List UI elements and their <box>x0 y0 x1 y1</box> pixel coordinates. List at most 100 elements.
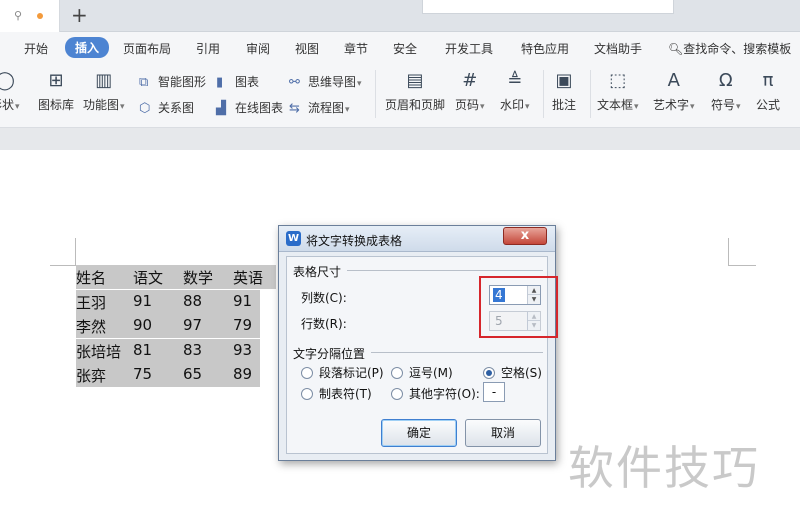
menu-references[interactable]: 引用 <box>196 40 220 57</box>
art-text-label: 艺术字 <box>653 98 690 112</box>
page-number-button[interactable]: # 页码▾ <box>455 70 485 113</box>
relation-chart-label: 关系图 <box>158 101 195 115</box>
icon-library-icon: ⊞ <box>48 70 64 91</box>
radio-circle <box>391 388 403 400</box>
text-cell: 83 <box>183 340 203 359</box>
radio-circle-selected <box>483 367 495 379</box>
other-char-input[interactable]: - <box>483 382 505 402</box>
symbol-button[interactable]: Ω 符号▾ <box>711 70 741 113</box>
formula-button[interactable]: π 公式 <box>756 70 780 113</box>
comment-icon: ▣ <box>555 70 573 91</box>
ribbon: ◯ 形状▾ ⊞ 图标库 ▥ 功能图▾ ⧉智能图形 ▮图表 ⬡关系图 ▟在线图表 … <box>0 62 800 128</box>
close-button[interactable]: x <box>503 227 547 245</box>
watermark-text: 软件技巧 <box>568 441 760 495</box>
radio-space[interactable]: 空格(S) <box>483 364 542 381</box>
dropdown-arrow-icon: ▾ <box>357 79 362 89</box>
online-chart-button[interactable]: ▟ 在线图表 <box>216 99 283 116</box>
menu-insert[interactable]: 插入 <box>65 37 110 58</box>
dropdown-arrow-icon: ▾ <box>690 102 695 112</box>
smart-graphic-button[interactable]: ⧉ 智能图形 <box>139 73 206 90</box>
menu-security[interactable]: 安全 <box>393 40 417 57</box>
text-cell: 75 <box>133 365 153 383</box>
text-cell: 91 <box>133 291 153 310</box>
document-tab[interactable]: ⚲ <box>0 0 60 32</box>
shapes-icon: ◯ <box>0 70 15 91</box>
omega-icon: Ω <box>718 70 733 91</box>
text-cell: 张弈 <box>76 367 107 385</box>
comment-button[interactable]: ▣ 批注 <box>552 70 576 113</box>
menu-page-layout[interactable]: 页面布局 <box>123 40 171 57</box>
smart-graphic-icon: ⧉ <box>139 75 149 90</box>
formula-label: 公式 <box>756 98 781 112</box>
dropdown-arrow-icon: ▾ <box>120 102 125 112</box>
search-icon: 🔍︎ <box>668 42 684 56</box>
menu-chapter[interactable]: 章节 <box>344 40 368 57</box>
icon-library-label: 图标库 <box>38 98 75 112</box>
radio-tab[interactable]: 制表符(T) <box>301 385 372 402</box>
relation-chart-button[interactable]: ⬡ 关系图 <box>139 99 194 116</box>
tab-bar: ⚲ + <box>0 0 800 32</box>
radio-tab-label: 制表符(T) <box>319 387 372 401</box>
dialog-titlebar[interactable]: W 将文字转换成表格 x <box>279 226 555 252</box>
margin-corner-left <box>50 238 76 266</box>
text-cell: 李然 <box>76 318 107 336</box>
comment-label: 批注 <box>552 98 577 112</box>
menu-developer[interactable]: 开发工具 <box>445 40 493 57</box>
mindmap-label: 思维导图 <box>308 75 357 89</box>
text-cell: 90 <box>133 316 153 334</box>
chart-button[interactable]: ▮ 图表 <box>216 73 259 90</box>
watermark-label: 水印 <box>500 98 525 112</box>
ok-button[interactable]: 确定 <box>381 419 457 447</box>
new-tab-button[interactable]: + <box>71 3 88 27</box>
table-size-group-label: 表格尺寸 <box>293 265 342 279</box>
shapes-button[interactable]: ◯ 形状▾ <box>0 70 20 113</box>
textbox-button[interactable]: ⬚ 文本框▾ <box>597 70 639 113</box>
title-box <box>422 0 674 14</box>
radio-other[interactable]: 其他字符(O): <box>391 385 480 402</box>
mindmap-button[interactable]: ⚯ 思维导图▾ <box>289 73 362 90</box>
watermark-button[interactable]: ≜ 水印▾ <box>500 70 530 113</box>
margin-corner-right <box>728 238 756 266</box>
menu-start[interactable]: 开始 <box>24 40 48 57</box>
text-cell: 97 <box>183 316 203 334</box>
group-divider <box>371 352 543 353</box>
convert-text-to-table-dialog: W 将文字转换成表格 x 表格尺寸 列数(C): 4 ▲ ▼ 行数(R): 5 … <box>278 225 556 461</box>
text-cell: 91 <box>233 291 253 310</box>
radio-paragraph[interactable]: 段落标记(P) <box>301 364 384 381</box>
ribbon-divider <box>590 70 591 118</box>
dialog-title: 将文字转换成表格 <box>306 234 403 248</box>
rows-label: 行数(R): <box>301 317 347 331</box>
menu-view[interactable]: 视图 <box>295 40 319 57</box>
menu-review[interactable]: 审阅 <box>246 40 270 57</box>
radio-comma[interactable]: 逗号(M) <box>391 364 453 381</box>
menu-bar: 开始 插入 页面布局 引用 审阅 视图 章节 安全 开发工具 特色应用 文档助手… <box>0 32 800 62</box>
chart-label: 图表 <box>235 75 260 89</box>
icon-library-button[interactable]: ⊞ 图标库 <box>38 70 74 113</box>
bar-chart-icon: ▮ <box>216 75 224 90</box>
dropdown-arrow-icon: ▾ <box>634 102 639 112</box>
art-text-button[interactable]: A 艺术字▾ <box>653 70 695 113</box>
annotation-highlight-box <box>479 276 558 338</box>
function-chart-button[interactable]: ▥ 功能图▾ <box>83 70 125 113</box>
cancel-button[interactable]: 取消 <box>465 419 541 447</box>
pi-icon: π <box>762 70 774 91</box>
relation-chart-icon: ⬡ <box>139 101 151 116</box>
pin-icon[interactable]: ⚲ <box>14 9 22 22</box>
command-search[interactable]: 🔍︎查找命令、搜索模板 <box>668 40 791 57</box>
command-search-label: 查找命令、搜索模板 <box>683 42 792 56</box>
online-chart-label: 在线图表 <box>235 101 284 115</box>
text-cell: 65 <box>183 365 203 383</box>
flowchart-button[interactable]: ⇆ 流程图▾ <box>289 99 350 116</box>
symbol-label: 符号 <box>711 98 736 112</box>
dropdown-arrow-icon: ▾ <box>736 102 741 112</box>
menu-features[interactable]: 特色应用 <box>521 40 569 57</box>
radio-paragraph-label: 段落标记(P) <box>319 366 384 380</box>
text-cell: 姓名 <box>76 269 107 287</box>
textbox-icon: ⬚ <box>609 70 627 91</box>
page-number-icon: # <box>462 70 478 91</box>
shapes-label: 形状 <box>0 98 15 112</box>
text-cell: 张培培 <box>76 342 122 361</box>
menu-doc-assistant[interactable]: 文档助手 <box>594 40 642 57</box>
header-footer-button[interactable]: ▤ 页眉和页脚 <box>385 70 445 113</box>
text-cell: 93 <box>233 340 253 359</box>
